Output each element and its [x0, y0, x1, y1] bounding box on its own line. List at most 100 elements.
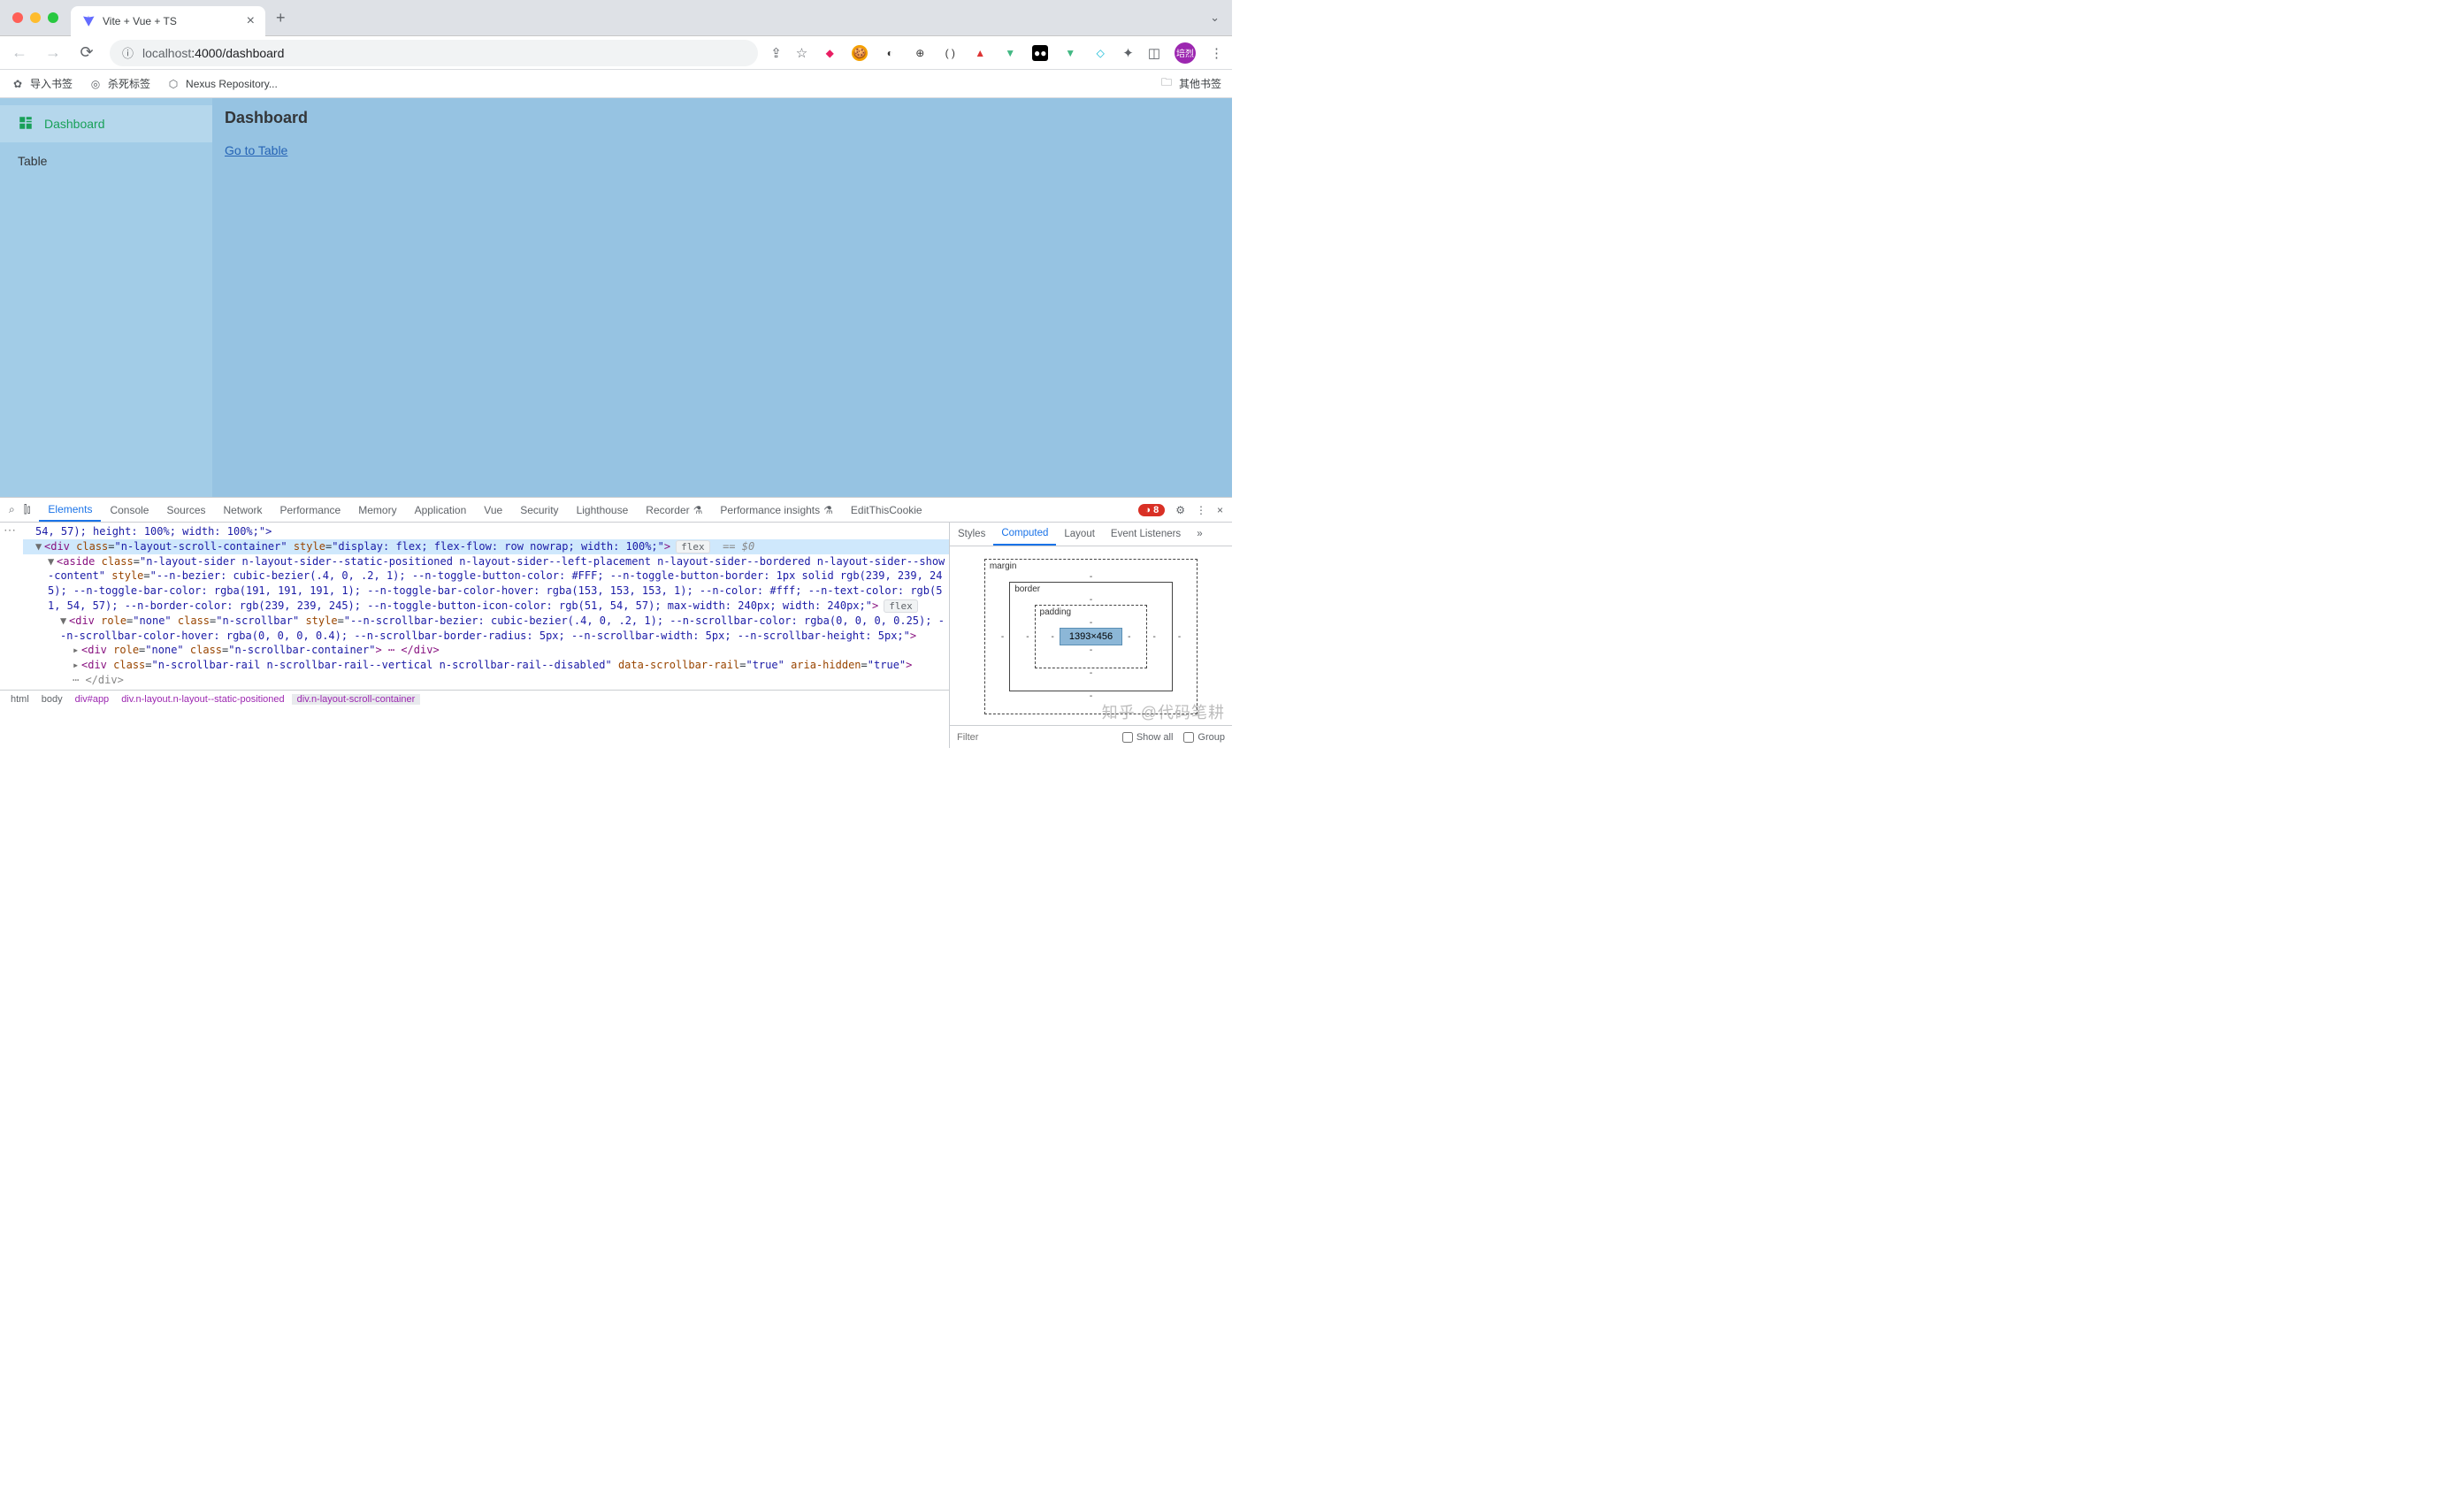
dom-node[interactable]: ▼<div role="none" class="n-scrollbar" st…: [23, 614, 949, 644]
breadcrumb-item[interactable]: body: [36, 694, 68, 705]
other-bookmarks-button[interactable]: 🗀 其他书签: [1159, 76, 1221, 91]
bookmark-star-icon[interactable]: ☆: [796, 45, 807, 61]
tab-close-icon[interactable]: ×: [247, 14, 255, 28]
profile-avatar[interactable]: 培烈: [1175, 42, 1196, 64]
styles-tab-styles[interactable]: Styles: [950, 523, 993, 546]
devtools-tabstrip: ⌕ ⫿⫾ Elements Console Sources Network Pe…: [0, 498, 1232, 523]
extension-icon-2[interactable]: 🍪: [852, 45, 868, 61]
sidebar-item-table[interactable]: Table: [0, 142, 212, 179]
extension-icon-8[interactable]: ●●: [1032, 45, 1048, 61]
devtools-tab-sources[interactable]: Sources: [157, 498, 214, 522]
sidebar-label: Table: [18, 154, 47, 168]
devtools-close-icon[interactable]: ×: [1217, 504, 1223, 516]
dom-node-selected[interactable]: ▼<div class="n-layout-scroll-container" …: [23, 539, 949, 554]
sidebar-item-dashboard[interactable]: Dashboard: [0, 105, 212, 142]
computed-filter-row: Show all Group: [950, 725, 1232, 748]
window-titlebar: Vite + Vue + TS × + ⌄: [0, 0, 1232, 36]
back-button[interactable]: ←: [9, 43, 30, 62]
share-icon[interactable]: ⇪: [770, 45, 782, 61]
devtools-tab-performance[interactable]: Performance: [272, 498, 350, 522]
window-controls: [0, 12, 71, 23]
app-main: Dashboard Go to Table: [212, 98, 1232, 497]
devtools-tab-memory[interactable]: Memory: [349, 498, 405, 522]
extension-icon-3[interactable]: ◐: [882, 45, 898, 61]
site-info-icon[interactable]: ⓘ: [122, 44, 134, 61]
elements-panel: ⋯ 54, 57); height: 100%; width: 100%;"> …: [0, 523, 949, 748]
tab-title: Vite + Vue + TS: [103, 15, 240, 27]
vite-favicon-icon: [81, 14, 96, 28]
bookmark-kill-tab[interactable]: ◎ 杀死标签: [88, 76, 150, 91]
tabstrip-chevron-icon[interactable]: ⌄: [1198, 11, 1232, 25]
device-toggle-icon[interactable]: ⫿⫾: [24, 503, 31, 516]
address-bar[interactable]: ⓘ localhost:4000/dashboard: [110, 40, 758, 66]
breadcrumb-item[interactable]: div.n-layout.n-layout--static-positioned: [116, 694, 289, 705]
dom-node[interactable]: ▸<div class="n-scrollbar-rail n-scrollba…: [23, 658, 949, 673]
devtools-settings-icon[interactable]: ⚙: [1175, 504, 1185, 516]
extension-vue-icon[interactable]: ▼: [1062, 45, 1078, 61]
forward-button[interactable]: →: [42, 43, 64, 62]
page-viewport: Dashboard Table Dashboard Go to Table: [0, 98, 1232, 497]
extension-icon-6[interactable]: ▲: [972, 45, 988, 61]
styles-tabstrip: Styles Computed Layout Event Listeners »: [950, 523, 1232, 546]
side-panel-icon[interactable]: ◫: [1148, 45, 1160, 61]
extensions-puzzle-icon[interactable]: ✦: [1122, 45, 1134, 61]
breadcrumb-item[interactable]: div#app: [70, 694, 115, 705]
styles-sidebar: Styles Computed Layout Event Listeners »…: [949, 523, 1232, 748]
extension-icon-5[interactable]: ( ): [942, 45, 958, 61]
breadcrumb-item-selected[interactable]: div.n-layout-scroll-container: [292, 694, 421, 705]
new-tab-button[interactable]: +: [265, 9, 296, 27]
dom-overflow-icon[interactable]: ⋯: [4, 523, 16, 538]
devtools-menu-icon[interactable]: ⋮: [1196, 504, 1206, 516]
box-model-diagram[interactable]: margin - - border - - padding: [950, 546, 1232, 725]
sidebar-label: Dashboard: [44, 117, 105, 131]
dom-node[interactable]: ▼<aside class="n-layout-sider n-layout-s…: [23, 554, 949, 614]
devtools-panel: ⌕ ⫿⫾ Elements Console Sources Network Pe…: [0, 497, 1232, 748]
show-all-checkbox[interactable]: Show all: [1122, 732, 1174, 743]
browser-toolbar: ← → ⟳ ⓘ localhost:4000/dashboard ⇪ ☆ ◆ 🍪…: [0, 36, 1232, 70]
devtools-tab-network[interactable]: Network: [215, 498, 272, 522]
close-window-button[interactable]: [12, 12, 23, 23]
devtools-tab-security[interactable]: Security: [511, 498, 567, 522]
filter-input[interactable]: [957, 732, 1112, 743]
devtools-tab-editthiscookie[interactable]: EditThisCookie: [842, 498, 931, 522]
breadcrumb-item[interactable]: html: [5, 694, 34, 705]
extension-icon-1[interactable]: ◆: [822, 45, 838, 61]
url-text: localhost:4000/dashboard: [142, 46, 284, 60]
menu-kebab-icon[interactable]: ⋮: [1210, 45, 1223, 61]
devtools-tab-perf-insights[interactable]: Performance insights ⚗: [711, 498, 841, 522]
maximize-window-button[interactable]: [48, 12, 58, 23]
page-title: Dashboard: [225, 109, 1220, 127]
error-badge[interactable]: ◑ 8: [1138, 504, 1165, 516]
dom-node[interactable]: ▸<div role="none" class="n-scrollbar-con…: [23, 643, 949, 658]
extension-icon-9[interactable]: ◇: [1092, 45, 1108, 61]
bookmark-nexus[interactable]: ⬡ Nexus Repository...: [166, 77, 278, 91]
flask-icon: ⚗: [693, 504, 703, 516]
dom-node[interactable]: 54, 57); height: 100%; width: 100%;">: [23, 524, 949, 539]
extension-icon-4[interactable]: ⊕: [912, 45, 928, 61]
styles-tab-computed[interactable]: Computed: [993, 523, 1056, 546]
extension-icon-7[interactable]: ▼: [1002, 45, 1018, 61]
dom-tree[interactable]: 54, 57); height: 100%; width: 100%;"> ▼<…: [0, 523, 949, 690]
styles-tab-more-icon[interactable]: »: [1189, 523, 1210, 546]
flask-icon: ⚗: [823, 504, 833, 516]
reload-button[interactable]: ⟳: [76, 43, 97, 62]
go-to-table-link[interactable]: Go to Table: [225, 143, 287, 157]
devtools-tab-console[interactable]: Console: [101, 498, 157, 522]
bookmark-import[interactable]: ✿ 导入书签: [11, 76, 73, 91]
browser-tab[interactable]: Vite + Vue + TS ×: [71, 6, 265, 36]
devtools-tab-application[interactable]: Application: [406, 498, 476, 522]
hex-icon: ⬡: [166, 77, 180, 91]
devtools-tab-lighthouse[interactable]: Lighthouse: [568, 498, 638, 522]
target-icon: ◎: [88, 77, 103, 91]
styles-tab-layout[interactable]: Layout: [1056, 523, 1103, 546]
minimize-window-button[interactable]: [30, 12, 41, 23]
gear-icon: ✿: [11, 77, 25, 91]
devtools-tab-recorder[interactable]: Recorder ⚗: [637, 498, 711, 522]
devtools-tab-vue[interactable]: Vue: [475, 498, 511, 522]
devtools-tab-elements[interactable]: Elements: [39, 498, 101, 522]
dom-node[interactable]: ⋯ </div>: [23, 673, 949, 688]
folder-icon: 🗀: [1159, 77, 1174, 91]
styles-tab-event-listeners[interactable]: Event Listeners: [1103, 523, 1189, 546]
group-checkbox[interactable]: Group: [1183, 732, 1225, 743]
inspect-element-icon[interactable]: ⌕: [9, 503, 15, 516]
